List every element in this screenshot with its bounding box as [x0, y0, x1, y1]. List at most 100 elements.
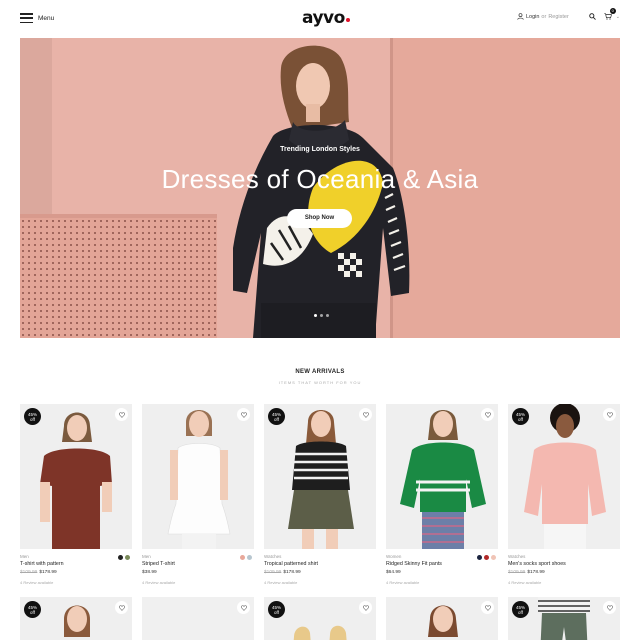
- product-image[interactable]: [142, 597, 254, 640]
- product-image[interactable]: 45% off: [264, 404, 376, 549]
- product-meta: Women Ridged Skinny Fit pants $64.99 4 R…: [386, 549, 498, 589]
- cart-count-badge: 0: [609, 8, 616, 14]
- header-actions: Login or Register 0 ⌄: [517, 8, 620, 20]
- hero-text-overlay: Trending London Styles Dresses of Oceani…: [20, 38, 620, 338]
- color-swatches: [477, 555, 496, 560]
- product-image[interactable]: 45% off: [508, 404, 620, 549]
- wishlist-button[interactable]: [237, 601, 250, 614]
- wishlist-button[interactable]: [115, 408, 128, 421]
- product-image[interactable]: [386, 404, 498, 549]
- or-label: or: [541, 13, 547, 20]
- product-card[interactable]: [142, 597, 254, 640]
- product-reviews: 4 Review available: [142, 580, 176, 585]
- search-icon[interactable]: [589, 13, 596, 20]
- product-image[interactable]: 45% off: [264, 597, 376, 640]
- product-image[interactable]: 45% off: [508, 597, 620, 640]
- slider-dot[interactable]: [320, 314, 323, 317]
- product-name[interactable]: Ridged Skinny Fit pants: [386, 561, 442, 567]
- hero-banner: Trending London Styles Dresses of Oceani…: [20, 38, 620, 338]
- hero-title: Dresses of Oceania & Asia: [161, 164, 479, 194]
- color-swatch[interactable]: [491, 555, 496, 560]
- product-card[interactable]: 45% off: [264, 597, 376, 640]
- product-card[interactable]: 45% off Watches Tropical patterned shirt …: [264, 404, 376, 589]
- product-reviews: 4 Review available: [264, 580, 298, 585]
- wishlist-button[interactable]: [603, 601, 616, 614]
- product-image[interactable]: [386, 597, 498, 640]
- menu-label: Menu: [38, 14, 55, 22]
- slider-dots: [314, 314, 329, 317]
- color-swatch[interactable]: [477, 555, 482, 560]
- product-photo: [386, 404, 498, 549]
- section-subtitle: ITEMS THAT WORTH FOR YOU: [278, 380, 362, 385]
- product-image[interactable]: [142, 404, 254, 549]
- cart-icon[interactable]: 0: [604, 8, 616, 20]
- wishlist-button[interactable]: [359, 601, 372, 614]
- product-name[interactable]: T-shirt with pattern: [20, 561, 64, 567]
- product-category[interactable]: Watches: [508, 554, 525, 559]
- logo-dot: [345, 18, 350, 22]
- product-image[interactable]: 45% off: [20, 597, 132, 640]
- color-swatch[interactable]: [240, 555, 245, 560]
- discount-badge: 45% off: [268, 601, 285, 618]
- product-card[interactable]: Men Striped T-shirt $38.99 4 Review avai…: [142, 404, 254, 589]
- section-title: NEW ARRIVALS: [295, 369, 345, 375]
- product-name[interactable]: Tropical patterned shirt: [264, 561, 318, 567]
- slider-dot[interactable]: [314, 314, 317, 317]
- product-card[interactable]: 45% off: [508, 597, 620, 640]
- site-header: Menu ayvo Login or Register 0 ⌄: [0, 0, 640, 38]
- product-category[interactable]: Women: [386, 554, 401, 559]
- login-register[interactable]: Login or Register: [517, 13, 569, 20]
- product-price: $109.99 $178.99: [264, 570, 301, 575]
- site-logo[interactable]: ayvo: [302, 8, 350, 28]
- product-meta: Watches Men's socks sport shoes $109.99 $…: [508, 549, 620, 589]
- wishlist-button[interactable]: [603, 408, 616, 421]
- register-link[interactable]: Register: [548, 14, 568, 20]
- heart-icon: [362, 411, 369, 418]
- product-price: $109.99 $178.99: [20, 570, 57, 575]
- hamburger-icon: [20, 13, 33, 23]
- product-name[interactable]: Men's socks sport shoes: [508, 561, 566, 567]
- shop-now-button[interactable]: Shop Now: [287, 209, 352, 228]
- wishlist-button[interactable]: [481, 408, 494, 421]
- wishlist-button[interactable]: [237, 408, 250, 421]
- product-card[interactable]: [386, 597, 498, 640]
- wishlist-button[interactable]: [115, 601, 128, 614]
- color-swatch[interactable]: [125, 555, 130, 560]
- login-link[interactable]: Login: [526, 14, 539, 20]
- heart-icon: [484, 411, 491, 418]
- heart-icon: [118, 411, 125, 418]
- wishlist-button[interactable]: [359, 408, 372, 421]
- product-category[interactable]: Men: [142, 554, 151, 559]
- slider-dot[interactable]: [326, 314, 329, 317]
- product-reviews: 4 Review available: [386, 580, 420, 585]
- product-card[interactable]: 45% off Men T-shirt with pattern $109.99 $…: [20, 404, 132, 589]
- discount-badge: 45% off: [24, 408, 41, 425]
- color-swatches: [240, 555, 252, 560]
- product-image[interactable]: 45% off: [20, 404, 132, 549]
- color-swatch[interactable]: [118, 555, 123, 560]
- product-card[interactable]: 45% off: [20, 597, 132, 640]
- product-reviews: 4 Review available: [508, 580, 542, 585]
- wishlist-button[interactable]: [481, 601, 494, 614]
- product-reviews: 4 Review available: [20, 580, 54, 585]
- color-swatch[interactable]: [484, 555, 489, 560]
- heart-icon: [606, 411, 613, 418]
- product-photo: [20, 404, 132, 549]
- product-meta: Men Striped T-shirt $38.99 4 Review avai…: [142, 549, 254, 589]
- heart-icon: [118, 604, 125, 611]
- product-category[interactable]: Watches: [264, 554, 281, 559]
- discount-badge: 45% off: [512, 601, 529, 618]
- chevron-down-icon[interactable]: ⌄: [616, 14, 620, 20]
- product-card[interactable]: 45% off Watches Men's socks sport shoes $…: [508, 404, 620, 589]
- menu-button[interactable]: Menu: [20, 13, 54, 23]
- product-meta: Watches Tropical patterned shirt $109.99…: [264, 549, 376, 589]
- color-swatch[interactable]: [247, 555, 252, 560]
- product-category[interactable]: Men: [20, 554, 29, 559]
- product-photo: [142, 404, 254, 549]
- heart-icon: [362, 604, 369, 611]
- discount-badge: 45% off: [512, 408, 529, 425]
- product-price: $64.99: [386, 570, 401, 575]
- product-card[interactable]: Women Ridged Skinny Fit pants $64.99 4 R…: [386, 404, 498, 589]
- product-price: $109.99 $178.99: [508, 570, 545, 575]
- product-name[interactable]: Striped T-shirt: [142, 561, 175, 567]
